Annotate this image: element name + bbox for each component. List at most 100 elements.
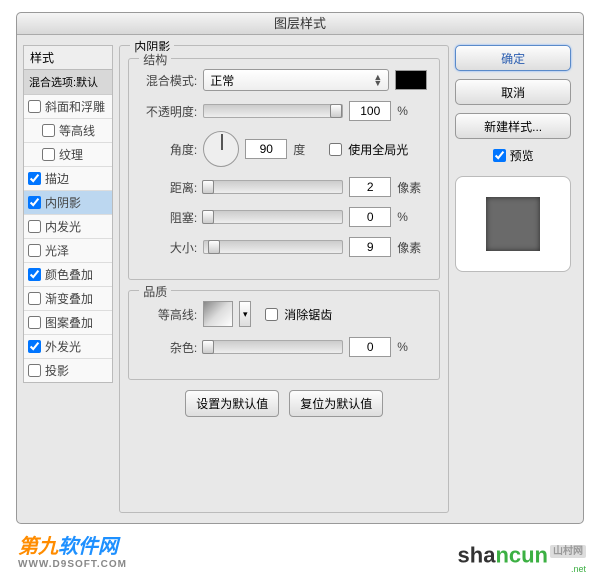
style-label: 纹理 bbox=[59, 146, 83, 163]
style-row-7[interactable]: 颜色叠加 bbox=[24, 263, 112, 287]
style-row-9[interactable]: 图案叠加 bbox=[24, 311, 112, 335]
angle-label: 角度: bbox=[141, 141, 197, 158]
global-light-checkbox[interactable] bbox=[329, 143, 342, 156]
style-checkbox[interactable] bbox=[28, 196, 41, 209]
right-column: 确定 取消 新建样式... 预览 bbox=[455, 45, 571, 513]
blend-options-row[interactable]: 混合选项:默认 bbox=[24, 70, 112, 95]
style-row-8[interactable]: 渐变叠加 bbox=[24, 287, 112, 311]
opacity-unit: % bbox=[397, 104, 427, 118]
blend-mode-select[interactable]: 正常 ▲▼ bbox=[203, 69, 389, 91]
quality-fieldset: 品质 等高线: ▾ 消除锯齿 杂色: 0 % bbox=[128, 290, 440, 380]
style-label: 描边 bbox=[45, 170, 69, 187]
angle-dial[interactable] bbox=[203, 131, 239, 167]
noise-label: 杂色: bbox=[141, 339, 197, 356]
style-row-3[interactable]: 描边 bbox=[24, 167, 112, 191]
style-checkbox[interactable] bbox=[28, 172, 41, 185]
size-input[interactable]: 9 bbox=[349, 237, 391, 257]
new-style-button[interactable]: 新建样式... bbox=[455, 113, 571, 139]
angle-row: 角度: 90 度 使用全局光 bbox=[141, 131, 427, 167]
style-row-0[interactable]: 斜面和浮雕 bbox=[24, 95, 112, 119]
quality-legend: 品质 bbox=[139, 283, 171, 300]
style-checkbox[interactable] bbox=[28, 316, 41, 329]
watermark-shancun: shancun山村网 bbox=[458, 542, 586, 568]
dialog-title: 图层样式 bbox=[17, 13, 583, 35]
color-swatch[interactable] bbox=[395, 70, 427, 90]
opacity-slider[interactable] bbox=[203, 104, 343, 118]
style-row-10[interactable]: 外发光 bbox=[24, 335, 112, 359]
contour-dropdown-icon[interactable]: ▾ bbox=[239, 301, 251, 327]
choke-label: 阻塞: bbox=[141, 209, 197, 226]
default-buttons-row: 设置为默认值 复位为默认值 bbox=[128, 390, 440, 417]
opacity-row: 不透明度: 100 % bbox=[141, 101, 427, 121]
style-label: 内阴影 bbox=[45, 194, 81, 211]
style-row-4[interactable]: 内阴影 bbox=[24, 191, 112, 215]
style-checkbox[interactable] bbox=[28, 340, 41, 353]
style-row-6[interactable]: 光泽 bbox=[24, 239, 112, 263]
distance-row: 距离: 2 像素 bbox=[141, 177, 427, 197]
distance-unit: 像素 bbox=[397, 179, 427, 196]
preview-row: 预览 bbox=[455, 147, 571, 164]
style-label: 颜色叠加 bbox=[45, 266, 93, 283]
dialog-body: 样式 混合选项:默认 斜面和浮雕等高线纹理描边内阴影内发光光泽颜色叠加渐变叠加图… bbox=[17, 35, 583, 523]
size-slider[interactable] bbox=[203, 240, 343, 254]
antialias-checkbox[interactable] bbox=[265, 308, 278, 321]
style-checkbox[interactable] bbox=[28, 364, 41, 377]
preview-swatch bbox=[486, 197, 540, 251]
styles-header[interactable]: 样式 bbox=[23, 45, 113, 70]
distance-slider[interactable] bbox=[203, 180, 343, 194]
style-row-1[interactable]: 等高线 bbox=[24, 119, 112, 143]
distance-label: 距离: bbox=[141, 179, 197, 196]
preview-label: 预览 bbox=[510, 147, 534, 164]
inner-shadow-panel: 内阴影 结构 混合模式: 正常 ▲▼ 不透明度: 100 bbox=[119, 45, 449, 513]
cancel-button[interactable]: 取消 bbox=[455, 79, 571, 105]
style-label: 外发光 bbox=[45, 338, 81, 355]
options-panel: 内阴影 结构 混合模式: 正常 ▲▼ 不透明度: 100 bbox=[119, 45, 449, 513]
opacity-input[interactable]: 100 bbox=[349, 101, 391, 121]
style-row-2[interactable]: 纹理 bbox=[24, 143, 112, 167]
preview-checkbox[interactable] bbox=[493, 149, 506, 162]
styles-list: 混合选项:默认 斜面和浮雕等高线纹理描边内阴影内发光光泽颜色叠加渐变叠加图案叠加… bbox=[23, 70, 113, 383]
style-checkbox[interactable] bbox=[28, 292, 41, 305]
watermark-d9soft: 第九软件网 WWW.D9SOFT.COM bbox=[18, 530, 127, 570]
angle-input[interactable]: 90 bbox=[245, 139, 287, 159]
choke-input[interactable]: 0 bbox=[349, 207, 391, 227]
style-label: 投影 bbox=[45, 362, 69, 379]
choke-slider[interactable] bbox=[203, 210, 343, 224]
contour-row: 等高线: ▾ 消除锯齿 bbox=[141, 301, 427, 327]
global-light-label: 使用全局光 bbox=[348, 141, 408, 158]
ok-button[interactable]: 确定 bbox=[455, 45, 571, 71]
noise-input[interactable]: 0 bbox=[349, 337, 391, 357]
style-row-5[interactable]: 内发光 bbox=[24, 215, 112, 239]
style-label: 光泽 bbox=[45, 242, 69, 259]
style-checkbox[interactable] bbox=[28, 244, 41, 257]
style-label: 内发光 bbox=[45, 218, 81, 235]
size-row: 大小: 9 像素 bbox=[141, 237, 427, 257]
style-checkbox[interactable] bbox=[28, 100, 41, 113]
watermark-shancun-url: .net bbox=[571, 564, 586, 574]
style-label: 渐变叠加 bbox=[45, 290, 93, 307]
set-default-button[interactable]: 设置为默认值 bbox=[185, 390, 279, 417]
style-checkbox[interactable] bbox=[42, 148, 55, 161]
structure-fieldset: 结构 混合模式: 正常 ▲▼ 不透明度: 100 % bbox=[128, 58, 440, 280]
noise-unit: % bbox=[397, 340, 427, 354]
style-label: 图案叠加 bbox=[45, 314, 93, 331]
contour-label: 等高线: bbox=[141, 306, 197, 323]
style-label: 斜面和浮雕 bbox=[45, 98, 105, 115]
structure-legend: 结构 bbox=[139, 51, 171, 68]
blend-mode-row: 混合模式: 正常 ▲▼ bbox=[141, 69, 427, 91]
contour-picker[interactable] bbox=[203, 301, 233, 327]
angle-unit: 度 bbox=[293, 141, 323, 158]
style-checkbox[interactable] bbox=[42, 124, 55, 137]
style-label: 等高线 bbox=[59, 122, 95, 139]
style-row-11[interactable]: 投影 bbox=[24, 359, 112, 382]
distance-input[interactable]: 2 bbox=[349, 177, 391, 197]
layer-style-dialog: 图层样式 样式 混合选项:默认 斜面和浮雕等高线纹理描边内阴影内发光光泽颜色叠加… bbox=[16, 12, 584, 524]
style-checkbox[interactable] bbox=[28, 220, 41, 233]
choke-unit: % bbox=[397, 210, 427, 224]
noise-slider[interactable] bbox=[203, 340, 343, 354]
noise-row: 杂色: 0 % bbox=[141, 337, 427, 357]
styles-sidebar: 样式 混合选项:默认 斜面和浮雕等高线纹理描边内阴影内发光光泽颜色叠加渐变叠加图… bbox=[23, 45, 113, 513]
reset-default-button[interactable]: 复位为默认值 bbox=[289, 390, 383, 417]
select-arrows-icon: ▲▼ bbox=[373, 74, 382, 86]
style-checkbox[interactable] bbox=[28, 268, 41, 281]
